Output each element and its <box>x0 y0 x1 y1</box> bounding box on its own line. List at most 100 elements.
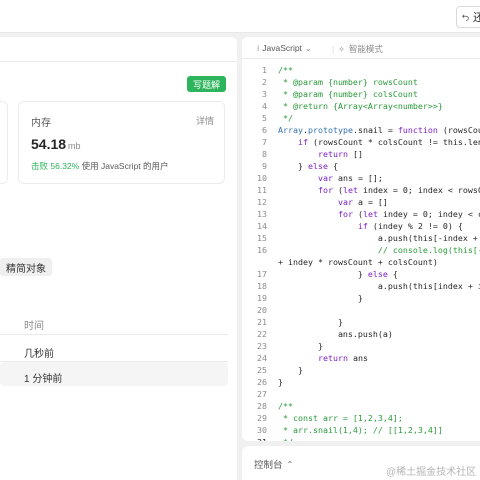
line-number: 14 <box>257 221 267 231</box>
line-number: 20 <box>257 305 267 315</box>
code-line[interactable]: 27 <box>242 388 480 400</box>
curated-object-tag[interactable]: 精简对象 <box>0 258 52 276</box>
restore-label: 还原 <box>473 9 480 25</box>
bulb-icon: ✧ <box>338 44 345 54</box>
code-text: } else { <box>278 269 398 279</box>
table-divider <box>0 334 228 335</box>
memory-unit: mb <box>68 141 81 151</box>
code-text: return ans <box>317 353 368 363</box>
code-text: + indey * rowsCount + colsCount) <box>278 257 438 267</box>
code-text: return [] <box>317 149 363 159</box>
line-number: 17 <box>257 269 267 279</box>
code-line[interactable]: 21 } <box>242 316 480 328</box>
line-number: 6 <box>262 125 267 135</box>
code-text: * @param {number} rowsCount <box>278 77 418 87</box>
code-text: var ans = []; <box>317 173 383 183</box>
memory-title: 内存 <box>31 118 51 129</box>
code-line[interactable]: 9 } else { <box>242 160 480 172</box>
code-text: } <box>278 341 323 351</box>
line-number: 11 <box>257 185 267 195</box>
code-text: /** <box>278 401 293 411</box>
code-line[interactable]: 1 /** <box>242 64 480 76</box>
line-number: 29 <box>257 413 267 423</box>
line-number: 18 <box>257 281 267 291</box>
memory-beat-text: 击败 56.32% 使用 JavaScript 的用户 <box>31 160 169 172</box>
chevron-up-icon: ⌃ <box>286 459 294 469</box>
code-line[interactable]: 8 return [] <box>242 148 480 160</box>
code-text: * @param {number} colsCount <box>278 89 418 99</box>
line-number: 8 <box>262 149 267 159</box>
code-line[interactable]: 18 a.push(this[index + indey * rowsCount… <box>242 280 480 292</box>
code-text: for (let indey = 0; indey < colsCount; i… <box>337 209 480 219</box>
code-editor-panel: ⅰ JavaScript ⌄ | ✧ 智能模式 1/** 2 * @param {… <box>242 37 480 441</box>
code-text: } else { <box>278 161 338 171</box>
code-line[interactable]: 17 } else { <box>242 268 480 280</box>
code-line[interactable]: + indey * rowsCount + colsCount) <box>242 256 480 268</box>
code-line[interactable]: 14 if (indey % 2 != 0) { <box>242 220 480 232</box>
restore-button[interactable]: 还原 <box>456 6 480 28</box>
code-line[interactable]: 12 var a = [] <box>242 196 480 208</box>
code-text: for (let index = 0; index < rowsCount; i… <box>317 185 480 195</box>
line-number: 10 <box>257 173 267 183</box>
top-bar: 还原 <box>0 0 480 33</box>
code-line[interactable]: 24 return ans <box>242 352 480 364</box>
memory-value: 54.18 mb <box>31 136 81 152</box>
line-number: 3 <box>262 89 267 99</box>
line-number: 25 <box>257 365 267 375</box>
beat-percent: 56.32% <box>50 161 80 171</box>
line-number: 2 <box>262 77 267 87</box>
watermark: @稀土掘金技术社区 <box>386 467 477 478</box>
write-solution-button[interactable]: 写题解 <box>187 76 227 92</box>
code-line[interactable]: 4 * @return {Array<Array<number>>} <box>242 100 480 112</box>
code-line[interactable]: 23 } <box>242 340 480 352</box>
line-number: 23 <box>257 341 267 351</box>
line-number: 15 <box>257 233 267 243</box>
code-line[interactable]: 10 var ans = []; <box>242 172 480 184</box>
beat-prefix: 击败 <box>31 161 49 171</box>
language-selector[interactable]: ⅰ JavaScript ⌄ <box>257 43 312 53</box>
code-line[interactable]: 15 a.push(this[-index + indey * rowsCoun… <box>242 232 480 244</box>
code-line[interactable]: 22 ans.push(a) <box>242 328 480 340</box>
code-line[interactable]: 16 // console.log(this[-index <box>242 244 480 256</box>
line-number: 28 <box>257 401 267 411</box>
line-number: 22 <box>257 329 267 339</box>
code-text: } <box>278 377 283 387</box>
code-text: } <box>278 317 343 327</box>
chevron-down-icon: ⌄ <box>304 43 312 53</box>
code-line[interactable]: 6 Array.prototype.snail = function (rowsC… <box>242 124 480 136</box>
line-number: 4 <box>262 101 267 111</box>
line-number: 13 <box>257 209 267 219</box>
line-number: 1 <box>262 65 267 75</box>
code-text: } <box>278 365 303 375</box>
code-line[interactable]: 25 } <box>242 364 480 376</box>
info-icon: ⅰ <box>257 43 260 53</box>
code-text: if (indey % 2 != 0) { <box>357 221 463 231</box>
code-line[interactable]: 20 <box>242 304 480 316</box>
code-line[interactable]: 30 * arr.snail(1,4); // [[1,2,3,4]] <box>242 424 480 436</box>
runtime-card[interactable] <box>0 101 8 184</box>
code-line[interactable]: 13 for (let indey = 0; indey < colsCount… <box>242 208 480 220</box>
smart-mode-label: 智能模式 <box>348 44 383 54</box>
code-text: */ <box>278 113 293 123</box>
line-number: 5 <box>262 113 267 123</box>
line-number: 21 <box>257 317 267 327</box>
code-line[interactable]: 19 } <box>242 292 480 304</box>
console-toggle[interactable]: 控制台 ⌃ <box>254 457 294 472</box>
code-line[interactable]: 7 if (rowsCount * colsCount != this.leng… <box>242 136 480 148</box>
smart-mode-toggle[interactable]: | ✧ 智能模式 <box>332 43 383 55</box>
code-text: } <box>278 293 363 303</box>
line-number: 7 <box>262 137 267 147</box>
submission-row-time[interactable]: 1 分钟前 <box>24 370 62 385</box>
submission-row-time[interactable]: 几秒前 <box>24 345 54 360</box>
code-line[interactable]: 3 * @param {number} colsCount <box>242 88 480 100</box>
code-line[interactable]: 26} <box>242 376 480 388</box>
code-line[interactable]: 31 */ <box>242 436 480 441</box>
memory-card[interactable]: 内存 详情 54.18 mb 击败 56.32% 使用 JavaScript 的用… <box>18 101 225 184</box>
memory-detail-link[interactable]: 详情 <box>196 114 214 127</box>
code-line[interactable]: 5 */ <box>242 112 480 124</box>
code-line[interactable]: 29 * const arr = [1,2,3,4]; <box>242 412 480 424</box>
code-line[interactable]: 28 /** <box>242 400 480 412</box>
time-column-header: 时间 <box>24 321 44 332</box>
code-line[interactable]: 2 * @param {number} rowsCount <box>242 76 480 88</box>
code-line[interactable]: 11 for (let index = 0; index < rowsCount… <box>242 184 480 196</box>
